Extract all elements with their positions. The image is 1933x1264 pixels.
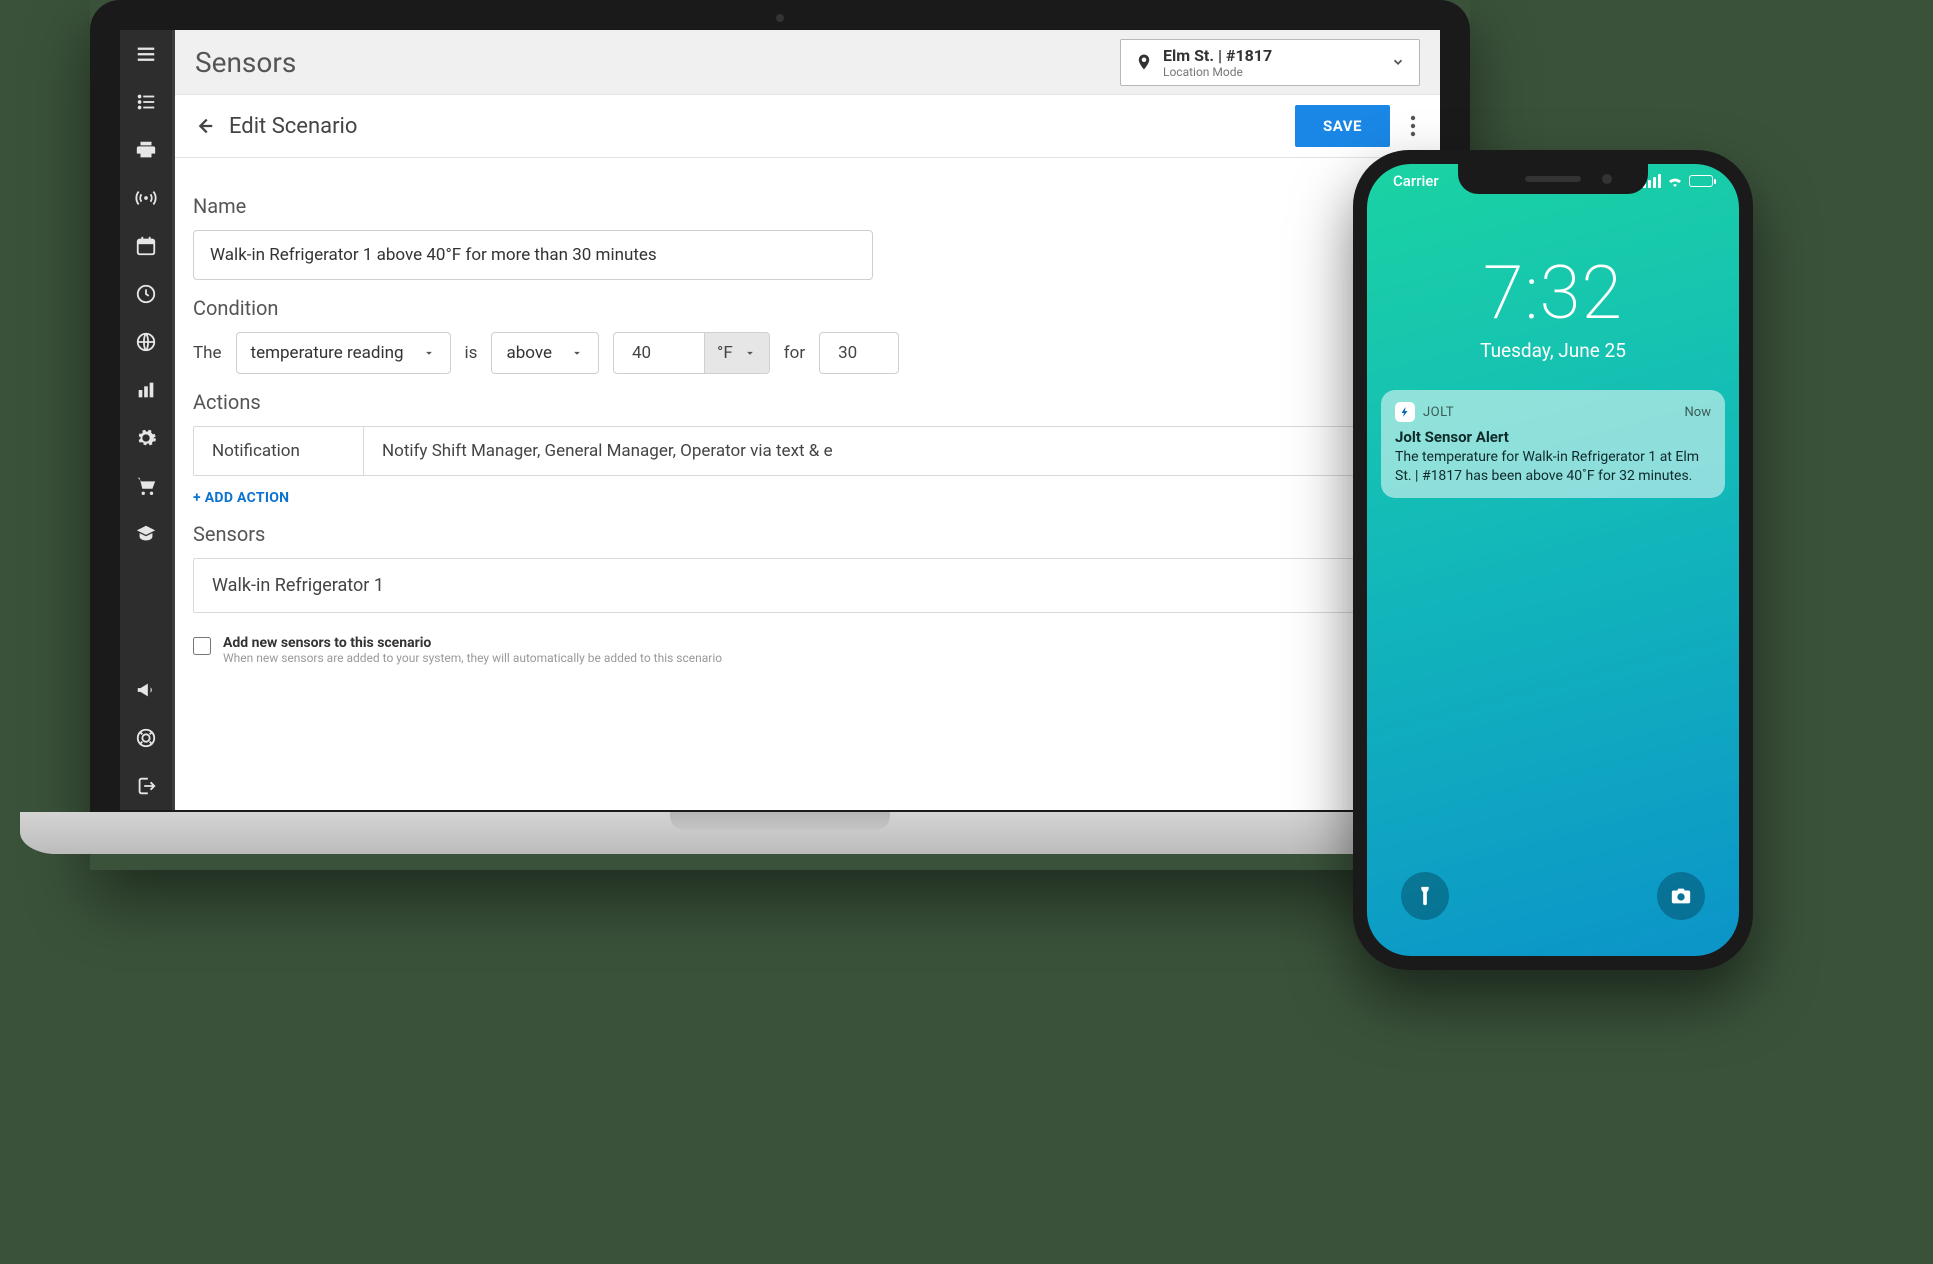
- clock-date: Tuesday, June 25: [1367, 339, 1739, 362]
- chart-icon[interactable]: [132, 376, 160, 404]
- carrier-label: Carrier: [1393, 172, 1439, 190]
- laptop-frame: Sensors Elm St. | #1817 Location Mode: [90, 0, 1470, 870]
- phone-screen: Carrier 7:32 Tuesday, June 25 JOLT Now J…: [1367, 164, 1739, 956]
- unit-select[interactable]: °F: [704, 333, 769, 373]
- back-arrow-icon[interactable]: [193, 115, 215, 137]
- phone-notch: [1458, 164, 1648, 194]
- battery-icon: [1689, 175, 1713, 187]
- threshold-input[interactable]: 40: [614, 333, 704, 373]
- threshold-group: 40 °F: [613, 332, 770, 374]
- metric-select[interactable]: temperature reading: [236, 332, 451, 374]
- label-actions: Actions: [193, 390, 1422, 414]
- printer-icon[interactable]: [132, 136, 160, 164]
- caret-down-icon: [743, 346, 757, 360]
- laptop-bezel: Sensors Elm St. | #1817 Location Mode: [90, 0, 1470, 812]
- chevron-down-icon: [1391, 55, 1405, 69]
- notification-card[interactable]: JOLT Now Jolt Sensor Alert The temperatu…: [1381, 390, 1725, 498]
- condition-row: The temperature reading is above: [193, 332, 1422, 374]
- help-icon[interactable]: [132, 724, 160, 752]
- main-area: Sensors Elm St. | #1817 Location Mode: [172, 30, 1440, 810]
- sidebar: [120, 30, 172, 810]
- location-pin-icon: [1135, 51, 1153, 73]
- condition-is: is: [465, 343, 478, 363]
- subheader: Edit Scenario SAVE: [175, 94, 1440, 158]
- checklist-icon[interactable]: [132, 88, 160, 116]
- phone-frame: Carrier 7:32 Tuesday, June 25 JOLT Now J…: [1353, 150, 1753, 970]
- clock-icon[interactable]: [132, 280, 160, 308]
- gear-icon[interactable]: [132, 424, 160, 452]
- kebab-menu-icon[interactable]: [1404, 115, 1422, 137]
- notification-app-name: JOLT: [1423, 405, 1454, 420]
- laptop-camera: [776, 14, 784, 22]
- action-type-cell[interactable]: Notification: [194, 427, 364, 475]
- lock-screen-time: 7:32 Tuesday, June 25: [1367, 250, 1739, 362]
- condition-for: for: [784, 343, 805, 363]
- content: Name Condition The temperature reading i…: [175, 158, 1440, 810]
- add-new-sensors-title: Add new sensors to this scenario: [223, 635, 722, 651]
- duration-input[interactable]: 30: [819, 332, 899, 374]
- jolt-app-icon: [1395, 402, 1415, 422]
- add-new-sensors-checkbox[interactable]: [193, 637, 211, 655]
- subheader-title: Edit Scenario: [229, 114, 1281, 139]
- location-text: Elm St. | #1817 Location Mode: [1163, 46, 1381, 79]
- comparator-select[interactable]: above: [491, 332, 599, 374]
- notification-when: Now: [1685, 405, 1711, 420]
- page-title: Sensors: [195, 46, 296, 79]
- label-name: Name: [193, 194, 1422, 218]
- notification-title: Jolt Sensor Alert: [1395, 428, 1711, 446]
- notification-header: JOLT Now: [1395, 402, 1711, 422]
- location-selector[interactable]: Elm St. | #1817 Location Mode: [1120, 39, 1420, 86]
- location-sub: Location Mode: [1163, 65, 1381, 79]
- phone-speaker: [1525, 176, 1581, 182]
- caret-down-icon: [570, 346, 584, 360]
- globe-icon[interactable]: [132, 328, 160, 356]
- location-title: Elm St. | #1817: [1163, 46, 1381, 65]
- laptop-trackpad-notch: [670, 812, 890, 830]
- laptop-screen: Sensors Elm St. | #1817 Location Mode: [120, 30, 1440, 810]
- megaphone-icon[interactable]: [132, 676, 160, 704]
- actions-table: Notification Notify Shift Manager, Gener…: [193, 426, 1422, 476]
- menu-icon[interactable]: [132, 40, 160, 68]
- camera-button[interactable]: [1657, 872, 1705, 920]
- app-root: Sensors Elm St. | #1817 Location Mode: [120, 30, 1440, 810]
- cart-icon[interactable]: [132, 472, 160, 500]
- clock-time: 7:32: [1367, 250, 1739, 337]
- caret-down-icon: [422, 346, 436, 360]
- add-action-button[interactable]: + ADD ACTION: [193, 490, 1422, 506]
- lock-screen-shortcuts: [1367, 872, 1739, 920]
- add-new-sensors-row: Add new sensors to this scenario When ne…: [193, 635, 1422, 665]
- education-icon[interactable]: [132, 520, 160, 548]
- laptop-base: [20, 812, 1540, 854]
- action-desc-cell[interactable]: Notify Shift Manager, General Manager, O…: [364, 427, 1421, 475]
- calendar-icon[interactable]: [132, 232, 160, 260]
- label-condition: Condition: [193, 296, 1422, 320]
- phone-front-camera: [1602, 174, 1612, 184]
- scenario-name-input[interactable]: [193, 230, 873, 280]
- save-button[interactable]: SAVE: [1295, 105, 1390, 147]
- metric-value: temperature reading: [251, 343, 404, 363]
- label-sensors: Sensors: [193, 522, 1422, 546]
- topbar: Sensors Elm St. | #1817 Location Mode: [175, 30, 1440, 94]
- unit-value: °F: [717, 343, 733, 363]
- notification-body: The temperature for Walk-in Refrigerator…: [1395, 448, 1711, 486]
- add-new-sensors-sub: When new sensors are added to your syste…: [223, 651, 722, 665]
- sensor-selected[interactable]: Walk-in Refrigerator 1: [193, 558, 1422, 613]
- comparator-value: above: [506, 343, 552, 363]
- flashlight-button[interactable]: [1401, 872, 1449, 920]
- logout-icon[interactable]: [132, 772, 160, 800]
- condition-the: The: [193, 343, 222, 363]
- broadcast-icon[interactable]: [132, 184, 160, 212]
- wifi-icon: [1667, 175, 1683, 187]
